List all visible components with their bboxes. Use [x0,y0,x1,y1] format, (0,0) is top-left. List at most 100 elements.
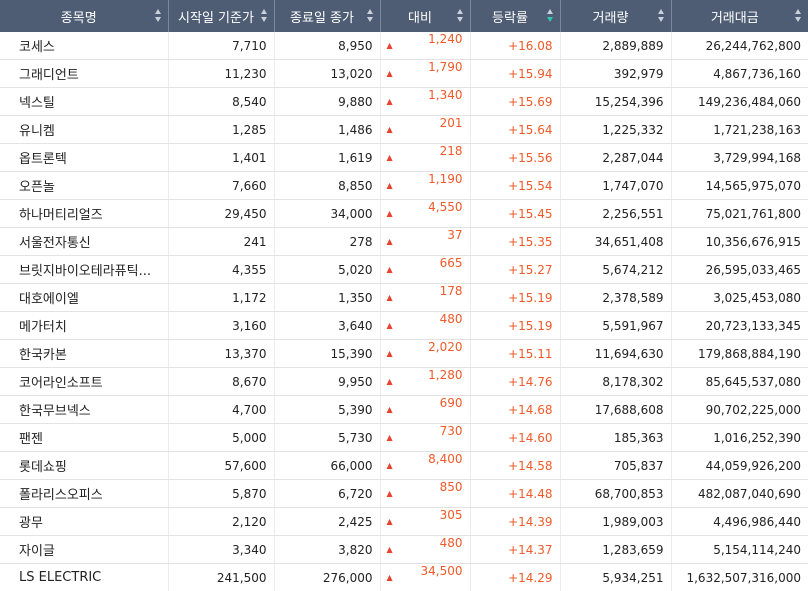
stock-name[interactable]: 한국무브넥스 [0,396,168,424]
stock-ranking-table: 종목명 시작일 기준가 종료일 종가 대비 등락률 거래량 거래대금 코세스7,… [0,0,808,591]
sort-arrows-icon[interactable] [457,9,464,23]
start-price: 1,285 [168,116,274,144]
sort-arrows-icon[interactable] [658,9,665,23]
table-row[interactable]: 코세스7,7108,950▲1,240+16.082,889,88926,244… [0,32,808,60]
table-row[interactable]: 그래디언트11,23013,020▲1,790+15.94392,9794,86… [0,60,808,88]
triangle-up-icon: ▲ [387,340,393,367]
table-row[interactable]: 광무2,1202,425▲305+14.391,989,0034,496,986… [0,508,808,536]
start-price: 241,500 [168,564,274,591]
start-price: 1,172 [168,284,274,312]
stock-name[interactable]: 대호에이엘 [0,284,168,312]
stock-name[interactable]: 하나머티리얼즈 [0,200,168,228]
trade-amount: 10,356,676,915 [671,228,808,256]
table-row[interactable]: 넥스틸8,5409,880▲1,340+15.6915,254,396149,2… [0,88,808,116]
price-diff-value: 1,280 [428,368,462,382]
trade-amount: 1,721,238,163 [671,116,808,144]
price-diff: ▲1,240 [380,32,470,60]
sort-arrows-icon[interactable] [367,9,374,23]
price-diff: ▲730 [380,424,470,452]
change-rate: +14.48 [470,480,560,508]
column-header-name[interactable]: 종목명 [0,0,168,32]
stock-name[interactable]: 코세스 [0,32,168,60]
column-header-label: 종목명 [0,7,168,26]
price-diff: ▲201 [380,116,470,144]
sort-arrows-icon[interactable] [547,9,554,23]
stock-name[interactable]: 옵트론텍 [0,144,168,172]
price-diff-value: 480 [440,312,463,326]
column-header-end-price[interactable]: 종료일 종가 [274,0,380,32]
stock-name[interactable]: 그래디언트 [0,60,168,88]
stock-name[interactable]: LS ELECTRIC [0,564,168,591]
volume: 15,254,396 [560,88,671,116]
table-row[interactable]: 오픈놀7,6608,850▲1,190+15.541,747,07014,565… [0,172,808,200]
table-row[interactable]: 서울전자통신241278▲37+15.3534,651,40810,356,67… [0,228,808,256]
table-row[interactable]: 브릿지바이오테라퓨틱...4,3555,020▲665+15.275,674,2… [0,256,808,284]
stock-name[interactable]: 오픈놀 [0,172,168,200]
end-price: 6,720 [274,480,380,508]
stock-name[interactable]: 넥스틸 [0,88,168,116]
table-row[interactable]: 코어라인소프트8,6709,950▲1,280+14.768,178,30285… [0,368,808,396]
trade-amount: 85,645,537,080 [671,368,808,396]
table-row[interactable]: 메가터치3,1603,640▲480+15.195,591,96720,723,… [0,312,808,340]
column-header-amount[interactable]: 거래대금 [671,0,808,32]
stock-name[interactable]: 한국카본 [0,340,168,368]
price-diff: ▲480 [380,536,470,564]
change-rate: +14.68 [470,396,560,424]
start-price: 13,370 [168,340,274,368]
price-diff: ▲1,340 [380,88,470,116]
table-row[interactable]: 폴라리스오피스5,8706,720▲850+14.4868,700,853482… [0,480,808,508]
column-header-label: 시작일 기준가 [169,7,274,26]
trade-amount: 3,729,994,168 [671,144,808,172]
table-row[interactable]: 한국카본13,37015,390▲2,020+15.1111,694,63017… [0,340,808,368]
price-diff-value: 178 [440,284,463,298]
sort-arrows-icon[interactable] [155,9,162,23]
column-header-start-price[interactable]: 시작일 기준가 [168,0,274,32]
table-row[interactable]: 유니켐1,2851,486▲201+15.641,225,3321,721,23… [0,116,808,144]
stock-name[interactable]: 서울전자통신 [0,228,168,256]
stock-name[interactable]: 브릿지바이오테라퓨틱... [0,256,168,284]
volume: 2,889,889 [560,32,671,60]
stock-name[interactable]: 메가터치 [0,312,168,340]
table-row[interactable]: 대호에이엘1,1721,350▲178+15.192,378,5893,025,… [0,284,808,312]
table-row[interactable]: 롯데쇼핑57,60066,000▲8,400+14.58705,83744,05… [0,452,808,480]
stock-name[interactable]: 자이글 [0,536,168,564]
table-row[interactable]: 하나머티리얼즈29,45034,000▲4,550+15.452,256,551… [0,200,808,228]
table-row[interactable]: 팬젠5,0005,730▲730+14.60185,3631,016,252,3… [0,424,808,452]
column-header-diff[interactable]: 대비 [380,0,470,32]
stock-name[interactable]: 폴라리스오피스 [0,480,168,508]
table-row[interactable]: 한국무브넥스4,7005,390▲690+14.6817,688,60890,7… [0,396,808,424]
start-price: 3,340 [168,536,274,564]
sort-arrows-icon[interactable] [261,9,268,23]
stock-name[interactable]: 유니켐 [0,116,168,144]
triangle-up-icon: ▲ [387,452,393,479]
change-rate: +14.58 [470,452,560,480]
stock-name[interactable]: 팬젠 [0,424,168,452]
table-row[interactable]: 자이글3,3403,820▲480+14.371,283,6595,154,11… [0,536,808,564]
price-diff: ▲8,400 [380,452,470,480]
start-price: 29,450 [168,200,274,228]
price-diff-value: 1,340 [428,88,462,102]
sort-arrows-icon[interactable] [795,9,802,23]
triangle-up-icon: ▲ [387,424,393,451]
volume: 392,979 [560,60,671,88]
triangle-up-icon: ▲ [387,172,393,199]
stock-name[interactable]: 롯데쇼핑 [0,452,168,480]
change-rate: +15.64 [470,116,560,144]
start-price: 57,600 [168,452,274,480]
start-price: 4,355 [168,256,274,284]
price-diff-value: 480 [440,536,463,550]
change-rate: +15.19 [470,284,560,312]
start-price: 2,120 [168,508,274,536]
stock-name[interactable]: 코어라인소프트 [0,368,168,396]
column-header-rate[interactable]: 등락률 [470,0,560,32]
column-header-volume[interactable]: 거래량 [560,0,671,32]
triangle-up-icon: ▲ [387,228,393,255]
triangle-up-icon: ▲ [387,256,393,283]
triangle-up-icon: ▲ [387,200,393,227]
table-row[interactable]: 옵트론텍1,4011,619▲218+15.562,287,0443,729,9… [0,144,808,172]
start-price: 241 [168,228,274,256]
table-row[interactable]: LS ELECTRIC241,500276,000▲34,500+14.295,… [0,564,808,591]
stock-name[interactable]: 광무 [0,508,168,536]
end-price: 3,640 [274,312,380,340]
change-rate: +15.27 [470,256,560,284]
